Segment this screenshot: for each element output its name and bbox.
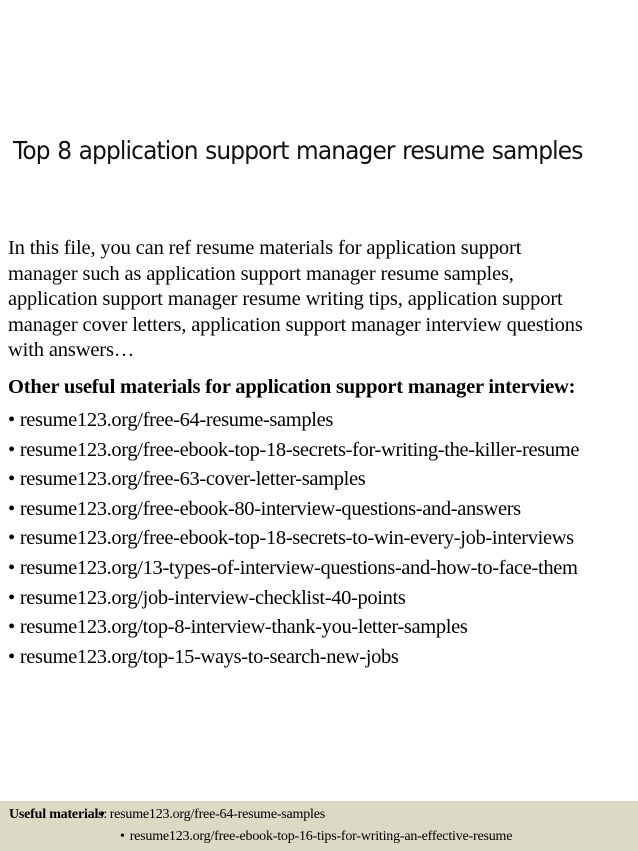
list-item: • resume123.org/job-interview-checklist-4… (8, 586, 579, 616)
footer-link[interactable]: resume123.org/free-ebook-top-16-tips-for… (130, 829, 513, 844)
footer-label: Useful materials: (9, 807, 107, 823)
footer-label-text: Useful materials (9, 807, 104, 822)
bullet-icon: • (8, 645, 15, 668)
list-item: • resume123.org/free-64-resume-samples (8, 408, 579, 438)
list-item: • resume123.org/free-ebook-top-18-secrets… (8, 526, 579, 556)
material-link[interactable]: resume123.org/free-63-cover-letter-sampl… (20, 468, 366, 490)
bullet-icon: • (100, 807, 105, 822)
page-title: Top 8 application support manager resume… (13, 136, 583, 165)
material-link[interactable]: resume123.org/free-ebook-top-18-secrets-… (20, 527, 574, 549)
material-link[interactable]: resume123.org/free-ebook-80-interview-qu… (20, 498, 521, 520)
bullet-icon: • (8, 616, 15, 639)
footer-bar: Useful materials: • resume123.org/free-64… (0, 801, 638, 851)
footer-link-item: • resume123.org/free-ebook-top-16-tips-fo… (120, 829, 512, 845)
list-item: • resume123.org/free-ebook-80-interview-q… (8, 497, 579, 527)
intro-line: with answers… (8, 339, 135, 362)
bullet-icon: • (8, 527, 15, 550)
list-item: • resume123.org/13-types-of-interview-que… (8, 556, 579, 586)
intro-line: manager cover letters, application suppo… (8, 313, 583, 336)
bullet-icon: • (8, 556, 15, 579)
material-link[interactable]: resume123.org/13-types-of-interview-ques… (20, 557, 578, 579)
intro-line: In this file, you can ref resume materia… (8, 237, 522, 259)
footer-link-item: • resume123.org/free-64-resume-samples (100, 807, 325, 823)
materials-heading: Other useful materials for application s… (8, 376, 576, 398)
footer-link[interactable]: resume123.org/free-64-resume-samples (110, 807, 325, 822)
list-item: • resume123.org/free-63-cover-letter-samp… (8, 467, 579, 497)
material-link[interactable]: resume123.org/top-15-ways-to-search-new-… (20, 646, 399, 668)
material-link[interactable]: resume123.org/job-interview-checklist-40… (20, 587, 406, 609)
bullet-icon: • (8, 497, 15, 520)
list-item: • resume123.org/top-15-ways-to-search-new… (8, 645, 579, 675)
material-link[interactable]: resume123.org/top-8-interview-thank-you-… (20, 616, 468, 638)
bullet-icon: • (8, 409, 15, 431)
bullet-icon: • (8, 586, 15, 609)
materials-list: • resume123.org/free-64-resume-samples • r… (8, 408, 579, 674)
material-link[interactable]: resume123.org/free-ebook-top-18-secrets-… (20, 439, 580, 461)
bullet-icon: • (8, 468, 15, 491)
list-item: • resume123.org/free-ebook-top-18-secrets… (8, 438, 579, 468)
bullet-icon: • (8, 438, 15, 461)
intro-line: manager such as application support mana… (8, 262, 514, 285)
intro-paragraph: In this file, you can ref resume materia… (8, 236, 638, 364)
list-item: • resume123.org/top-8-interview-thank-you… (8, 615, 579, 645)
intro-line: application support manager resume writi… (8, 288, 563, 311)
bullet-icon: • (120, 829, 125, 844)
material-link[interactable]: resume123.org/free-64-resume-samples (20, 409, 334, 431)
